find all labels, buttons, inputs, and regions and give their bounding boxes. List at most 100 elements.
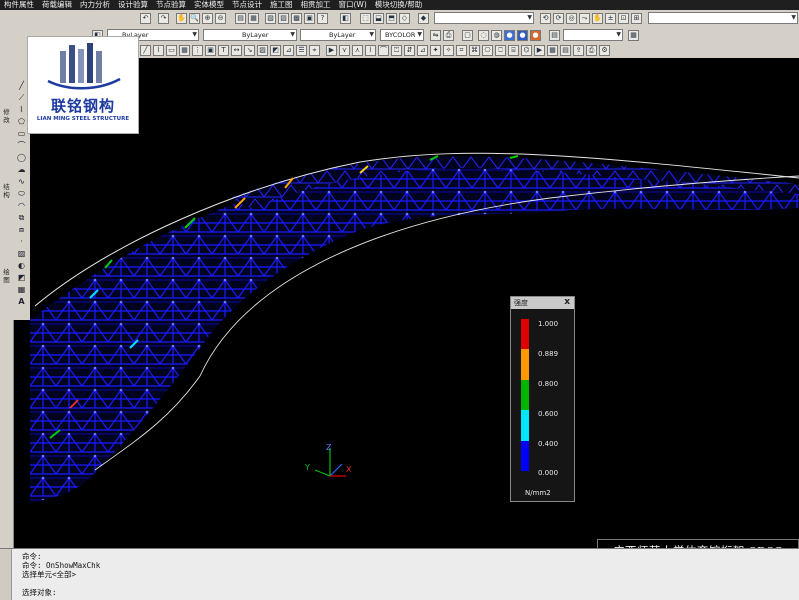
view-iso-icon[interactable]: ◇	[399, 13, 410, 24]
match-layer-icon[interactable]: ⇋	[430, 30, 441, 41]
revcloud-icon[interactable]: ☁	[15, 164, 28, 175]
mode-icon[interactable]: ⌬	[521, 45, 532, 56]
measure-icon[interactable]: ⊿	[283, 45, 294, 56]
view-top-icon[interactable]: ⬚	[360, 13, 371, 24]
render-icon[interactable]: ◆	[418, 13, 429, 24]
moment-icon[interactable]: ⌒	[378, 45, 389, 56]
block-icon[interactable]: ▣	[205, 45, 216, 56]
play-icon[interactable]: ▶	[326, 45, 337, 56]
node-icon[interactable]: ✦	[430, 45, 441, 56]
drawing-viewport[interactable]: Z Y X	[30, 58, 799, 548]
line-tool-icon[interactable]: ╱	[140, 45, 151, 56]
animate-icon[interactable]: ▶	[534, 45, 545, 56]
orbit-icon[interactable]: ⟲	[540, 13, 551, 24]
rectangle-tool-icon[interactable]: ▭	[166, 45, 177, 56]
load-case-icon[interactable]: ⎔	[482, 45, 493, 56]
export-icon[interactable]: ⇪	[573, 45, 584, 56]
member-force-icon[interactable]: ⋎	[339, 45, 350, 56]
dim-icon[interactable]: ↔	[231, 45, 242, 56]
axial-icon[interactable]: ⇵	[404, 45, 415, 56]
walk-icon[interactable]: ⤳	[579, 13, 590, 24]
close-icon[interactable]: x	[564, 297, 570, 308]
zoom-realtime-icon[interactable]: 🔍	[189, 13, 200, 24]
envelope-icon[interactable]: ⌸	[508, 45, 519, 56]
hatch-tool-icon[interactable]: ▨	[15, 248, 28, 259]
wireframe-icon[interactable]: ◌	[478, 30, 489, 41]
ellipse-icon[interactable]: ⬭	[15, 188, 28, 199]
menu-item-drawings[interactable]: 施工图	[266, 0, 297, 10]
undo-icon[interactable]: ↶	[140, 13, 151, 24]
menu-item-solid-model[interactable]: 实体模型	[190, 0, 228, 10]
visual-style-2d-icon[interactable]: ▢	[462, 30, 473, 41]
scale-dropdown[interactable]: ▼	[563, 29, 623, 41]
linetype-dropdown[interactable]: ByLayer ▼	[203, 29, 297, 41]
print-result-icon[interactable]: ⎙	[586, 45, 597, 56]
menu-item-analysis[interactable]: 内力分析	[76, 0, 114, 10]
section-icon[interactable]: ⌘	[469, 45, 480, 56]
command-window-grip[interactable]	[0, 549, 12, 600]
array-icon[interactable]: ⋮	[192, 45, 203, 56]
side-tab-modify[interactable]: 修改	[1, 108, 12, 124]
plot-icon[interactable]: ⎙	[443, 30, 454, 41]
stress-ratio-icon[interactable]: ⊿	[417, 45, 428, 56]
leader-icon[interactable]: ↘	[244, 45, 255, 56]
label-icon[interactable]: ⌗	[456, 45, 467, 56]
spline-icon[interactable]: ∿	[15, 176, 28, 187]
properties-icon[interactable]: ▤	[235, 13, 246, 24]
zoom-window-icon[interactable]: ⊕	[202, 13, 213, 24]
color-dropdown[interactable]: BYCOLOR ▼	[380, 29, 424, 41]
realistic-icon[interactable]: ●	[504, 30, 515, 41]
arc-icon[interactable]: ⌒	[15, 140, 28, 151]
menu-item-window[interactable]: 窗口(W)	[335, 0, 371, 10]
tool-palette-icon[interactable]: ▧	[265, 13, 276, 24]
menu-item-joint-check[interactable]: 节点验算	[152, 0, 190, 10]
text-tool-icon[interactable]: T	[218, 45, 229, 56]
conceptual-icon[interactable]: ●	[517, 30, 528, 41]
region-tool-icon[interactable]: ◩	[15, 272, 28, 283]
menu-item-cutting[interactable]: 相贯加工	[297, 0, 335, 10]
side-tab-draw[interactable]: 绘图	[1, 268, 12, 284]
menu-item-help[interactable]: 模块切换/帮助	[371, 0, 427, 10]
side-tab-structure[interactable]: 结构	[1, 183, 12, 199]
result-table-icon[interactable]: ▦	[547, 45, 558, 56]
mtext-icon[interactable]: A	[15, 296, 28, 307]
region-icon[interactable]: ◩	[270, 45, 281, 56]
camera-icon[interactable]: ◎	[566, 13, 577, 24]
pan-3d-icon[interactable]: ✋	[592, 13, 603, 24]
layer-state-icon[interactable]: ▤	[549, 30, 560, 41]
menu-item-joint-design[interactable]: 节点设计	[228, 0, 266, 10]
command-window[interactable]: 命令: 命令: OnShowMaxChk 选择单元<全部> 选择对象:	[0, 548, 799, 600]
stress-legend-panel[interactable]: 强度 x 1.000 0.889 0.800 0.600 0.400 0.000…	[510, 296, 575, 502]
zoom-extents-icon[interactable]: ⊞	[631, 13, 642, 24]
zoom-3d-icon[interactable]: ±	[605, 13, 616, 24]
pan-icon[interactable]: ✋	[176, 13, 187, 24]
workspace-dropdown[interactable]: ▼	[434, 12, 534, 24]
gradient-icon[interactable]: ◐	[15, 260, 28, 271]
menu-item-load-edit[interactable]: 荷载编辑	[38, 0, 76, 10]
view-dropdown[interactable]: ▼	[648, 12, 798, 24]
grid-icon[interactable]: ▦	[179, 45, 190, 56]
legend-titlebar[interactable]: 强度 x	[511, 297, 574, 309]
layer-manager-icon[interactable]: ◧	[340, 13, 351, 24]
shear-icon[interactable]: ⏍	[391, 45, 402, 56]
markup-icon[interactable]: ▩	[291, 13, 302, 24]
view-side-icon[interactable]: ⬒	[386, 13, 397, 24]
menu-item-design-check[interactable]: 设计验算	[114, 0, 152, 10]
view-front-icon[interactable]: ⬓	[373, 13, 384, 24]
design-center-icon[interactable]: ▦	[248, 13, 259, 24]
settings-icon[interactable]: ⚙	[599, 45, 610, 56]
circle-icon[interactable]: ◯	[15, 152, 28, 163]
table-icon[interactable]: ▦	[628, 30, 639, 41]
redo-icon[interactable]: ↷	[158, 13, 169, 24]
make-block-icon[interactable]: ⧈	[15, 224, 28, 235]
point-icon[interactable]: ·	[15, 236, 28, 247]
lineweight-dropdown[interactable]: ByLayer ▼	[300, 29, 376, 41]
insert-block-icon[interactable]: ⧉	[15, 212, 28, 223]
combo-icon[interactable]: ⎕	[495, 45, 506, 56]
command-prompt-input[interactable]: 选择对象:	[22, 588, 57, 597]
hidden-icon[interactable]: ◍	[491, 30, 502, 41]
ellipse-arc-icon[interactable]: ◠	[15, 200, 28, 211]
sheet-set-icon[interactable]: ▨	[278, 13, 289, 24]
list-icon[interactable]: ☰	[296, 45, 307, 56]
polyline-tool-icon[interactable]: ⌇	[153, 45, 164, 56]
